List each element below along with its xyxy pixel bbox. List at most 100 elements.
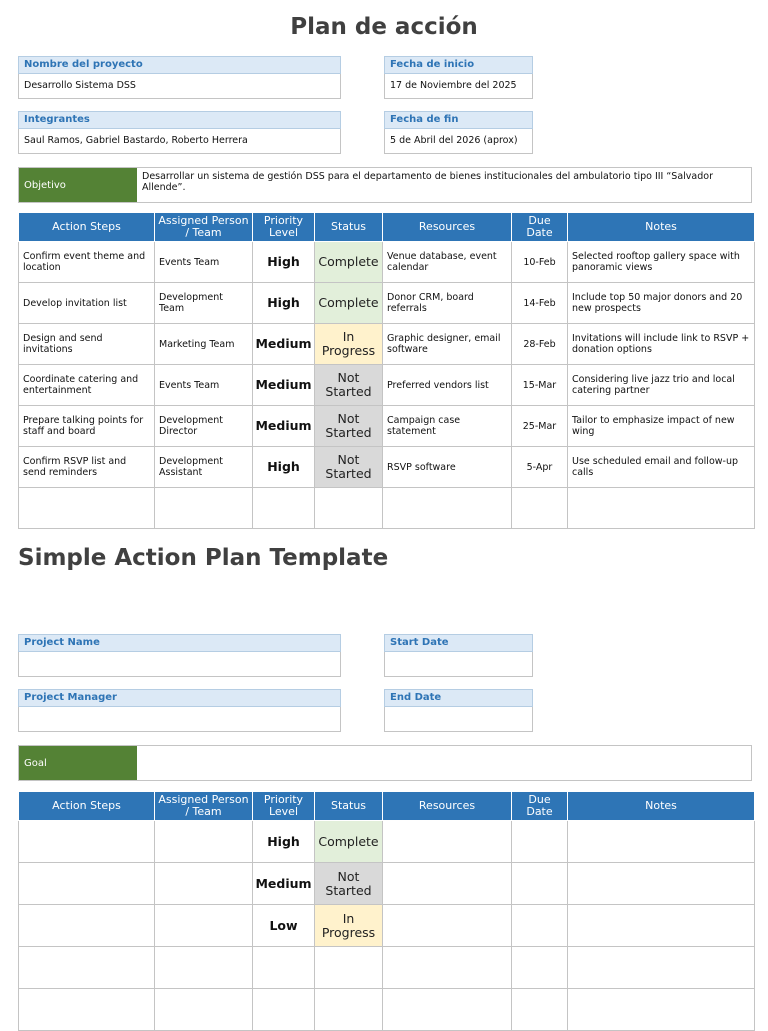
- project-name-value[interactable]: [18, 652, 341, 677]
- due-date-cell[interactable]: [511, 820, 568, 863]
- notes-cell[interactable]: Considering live jazz trio and local cat…: [567, 364, 755, 406]
- due-date-cell[interactable]: 25-Mar: [511, 405, 568, 447]
- due-date-cell[interactable]: [511, 988, 568, 1031]
- resources-cell[interactable]: Preferred vendors list: [382, 364, 512, 406]
- notes-cell[interactable]: [567, 487, 755, 529]
- due-date-cell[interactable]: [511, 487, 568, 529]
- due-date-cell[interactable]: 10-Feb: [511, 241, 568, 283]
- table-row: Design and send invitations Marketing Te…: [18, 323, 755, 365]
- resources-cell[interactable]: [382, 820, 512, 863]
- due-date-cell[interactable]: [511, 946, 568, 989]
- due-date-cell[interactable]: [511, 904, 568, 947]
- status-cell[interactable]: Not Started: [314, 446, 383, 488]
- resources-cell[interactable]: [382, 946, 512, 989]
- status-cell[interactable]: In Progress: [314, 904, 383, 947]
- end-date-value[interactable]: 5 de Abril del 2026 (aprox): [384, 129, 533, 154]
- status-cell[interactable]: Complete: [314, 241, 383, 283]
- resources-cell[interactable]: Donor CRM, board referrals: [382, 282, 512, 324]
- status-cell[interactable]: Not Started: [314, 862, 383, 905]
- table-row: Medium Not Started: [18, 862, 755, 905]
- notes-cell[interactable]: Invitations will include link to RSVP + …: [567, 323, 755, 365]
- due-date-cell[interactable]: 15-Mar: [511, 364, 568, 406]
- priority-cell[interactable]: High: [252, 446, 315, 488]
- resources-cell[interactable]: Venue database, event calendar: [382, 241, 512, 283]
- due-date-cell[interactable]: 14-Feb: [511, 282, 568, 324]
- priority-cell[interactable]: [252, 487, 315, 529]
- action-step-cell[interactable]: [18, 820, 155, 863]
- status-cell[interactable]: Not Started: [314, 405, 383, 447]
- notes-cell[interactable]: [567, 904, 755, 947]
- start-date-value[interactable]: [384, 652, 533, 677]
- resources-cell[interactable]: [382, 904, 512, 947]
- resources-cell[interactable]: [382, 988, 512, 1031]
- notes-cell[interactable]: Tailor to emphasize impact of new wing: [567, 405, 755, 447]
- resources-cell[interactable]: RSVP software: [382, 446, 512, 488]
- end-date-value[interactable]: [384, 707, 533, 732]
- notes-cell[interactable]: Use scheduled email and follow-up calls: [567, 446, 755, 488]
- priority-cell[interactable]: Low: [252, 904, 315, 947]
- action-step-cell[interactable]: Confirm event theme and location: [18, 241, 155, 283]
- status-cell[interactable]: Not Started: [314, 364, 383, 406]
- assigned-cell[interactable]: Events Team: [154, 241, 253, 283]
- priority-cell[interactable]: [252, 988, 315, 1031]
- assigned-cell[interactable]: [154, 487, 253, 529]
- status-cell[interactable]: [314, 988, 383, 1031]
- status-cell[interactable]: In Progress: [314, 323, 383, 365]
- priority-cell[interactable]: Medium: [252, 323, 315, 365]
- assigned-cell[interactable]: Development Team: [154, 282, 253, 324]
- resources-cell[interactable]: [382, 487, 512, 529]
- goal-value[interactable]: Desarrollar un sistema de gestión DSS pa…: [137, 168, 751, 202]
- action-step-cell[interactable]: Confirm RSVP list and send reminders: [18, 446, 155, 488]
- action-step-cell[interactable]: [18, 988, 155, 1031]
- project-manager-value[interactable]: [18, 707, 341, 732]
- due-date-cell[interactable]: 5-Apr: [511, 446, 568, 488]
- action-step-cell[interactable]: Design and send invitations: [18, 323, 155, 365]
- start-date-value[interactable]: 17 de Noviembre del 2025: [384, 74, 533, 99]
- notes-cell[interactable]: [567, 820, 755, 863]
- assigned-cell[interactable]: Development Assistant: [154, 446, 253, 488]
- priority-cell[interactable]: High: [252, 282, 315, 324]
- action-step-cell[interactable]: Prepare talking points for staff and boa…: [18, 405, 155, 447]
- project-manager-label: Project Manager: [18, 689, 341, 707]
- priority-cell[interactable]: Medium: [252, 862, 315, 905]
- goal-value[interactable]: [137, 746, 751, 780]
- priority-cell[interactable]: High: [252, 820, 315, 863]
- assigned-cell[interactable]: Development Director: [154, 405, 253, 447]
- assigned-cell[interactable]: Marketing Team: [154, 323, 253, 365]
- action-step-cell[interactable]: [18, 487, 155, 529]
- project-name-value[interactable]: Desarrollo Sistema DSS: [18, 74, 341, 99]
- resources-cell[interactable]: [382, 862, 512, 905]
- table-header-row: Action Steps Assigned Person / Team Prio…: [18, 791, 755, 821]
- status-cell[interactable]: Complete: [314, 282, 383, 324]
- due-date-cell[interactable]: 28-Feb: [511, 323, 568, 365]
- header-assigned: Assigned Person / Team: [154, 212, 253, 242]
- priority-cell[interactable]: [252, 946, 315, 989]
- assigned-cell[interactable]: [154, 946, 253, 989]
- notes-cell[interactable]: Selected rooftop gallery space with pano…: [567, 241, 755, 283]
- action-step-cell[interactable]: [18, 904, 155, 947]
- resources-cell[interactable]: Graphic designer, email software: [382, 323, 512, 365]
- priority-cell[interactable]: Medium: [252, 364, 315, 406]
- notes-cell[interactable]: [567, 988, 755, 1031]
- action-step-cell[interactable]: Develop invitation list: [18, 282, 155, 324]
- priority-cell[interactable]: High: [252, 241, 315, 283]
- action-step-cell[interactable]: Coordinate catering and entertainment: [18, 364, 155, 406]
- notes-cell[interactable]: Include top 50 major donors and 20 new p…: [567, 282, 755, 324]
- priority-cell[interactable]: Medium: [252, 405, 315, 447]
- status-cell[interactable]: Complete: [314, 820, 383, 863]
- assigned-cell[interactable]: [154, 820, 253, 863]
- assigned-cell[interactable]: Events Team: [154, 364, 253, 406]
- action-step-cell[interactable]: [18, 862, 155, 905]
- assigned-cell[interactable]: [154, 904, 253, 947]
- notes-cell[interactable]: [567, 946, 755, 989]
- status-cell[interactable]: [314, 487, 383, 529]
- due-date-cell[interactable]: [511, 862, 568, 905]
- action-step-cell[interactable]: [18, 946, 155, 989]
- assigned-cell[interactable]: [154, 988, 253, 1031]
- members-value[interactable]: Saul Ramos, Gabriel Bastardo, Roberto He…: [18, 129, 341, 154]
- resources-cell[interactable]: Campaign case statement: [382, 405, 512, 447]
- status-cell[interactable]: [314, 946, 383, 989]
- notes-cell[interactable]: [567, 862, 755, 905]
- start-date-field: Start Date: [384, 634, 533, 677]
- assigned-cell[interactable]: [154, 862, 253, 905]
